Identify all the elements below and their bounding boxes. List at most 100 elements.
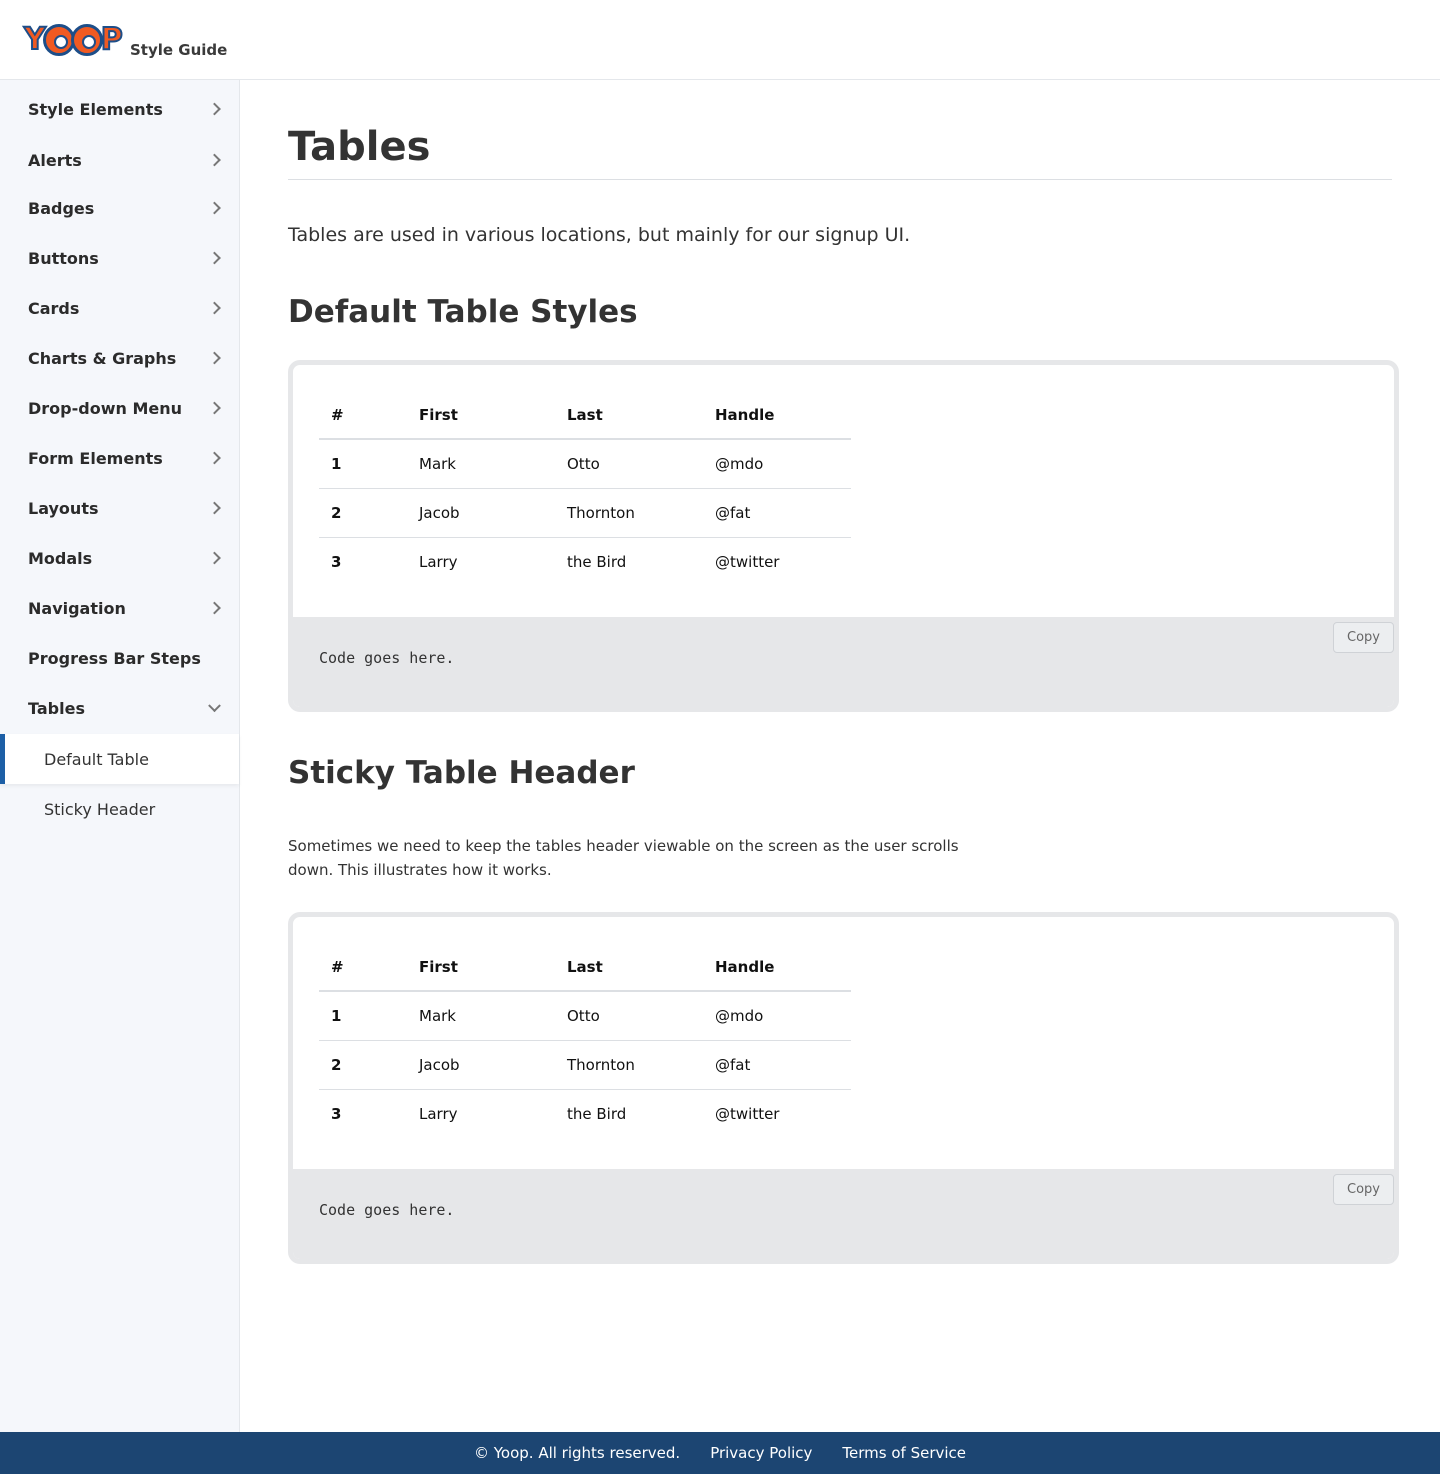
column-header-first: First: [419, 943, 567, 992]
logo-mark: Y P: [23, 22, 124, 57]
copy-button[interactable]: Copy: [1333, 1174, 1394, 1205]
table-cell: 2: [319, 1040, 419, 1090]
sidebar-item-badges[interactable]: Badges: [0, 183, 239, 233]
chevron-right-icon: [208, 451, 221, 465]
sidebar-item-style-elements[interactable]: Style Elements: [0, 84, 239, 134]
sidebar-subitem-label: Default Table: [44, 749, 149, 769]
table-cell: Mark: [419, 439, 567, 489]
code-block: Code goes here. Copy: [293, 1169, 1394, 1259]
table-cell: @twitter: [715, 1104, 780, 1123]
chevron-right-icon: [208, 201, 221, 215]
default-table-example: # First Last Handle 1 Mark Otto @mdo 2 J…: [288, 360, 1399, 712]
chevron-right-icon: [208, 551, 221, 565]
sidebar-item-tables[interactable]: Tables: [0, 683, 239, 733]
table-cell: 2: [319, 488, 419, 538]
style-guide-label: Style Guide: [130, 41, 228, 59]
table-cell: @fat: [715, 1040, 851, 1090]
sidebar-item-buttons[interactable]: Buttons: [0, 233, 239, 283]
sidebar-item-dropdown-menu[interactable]: Drop-down Menu: [0, 383, 239, 433]
intro-text: Tables are used in various locations, bu…: [288, 224, 911, 246]
sticky-table: # First Last Handle 1 Mark Otto @mdo 2 J…: [319, 943, 851, 1138]
sidebar-item-modals[interactable]: Modals: [0, 533, 239, 583]
table-cell: Jacob: [419, 1040, 567, 1090]
sidebar-item-label: Progress Bar Steps: [28, 648, 201, 668]
table-row: 2 Jacob Thornton @fat: [319, 488, 851, 538]
table-cell: 1: [319, 991, 419, 1041]
sidebar-item-charts-graphs[interactable]: Charts & Graphs: [0, 333, 239, 383]
title-divider: [288, 179, 1392, 180]
sticky-table-example: # First Last Handle 1 Mark Otto @mdo 2 J…: [288, 912, 1399, 1264]
section-heading-default-table: Default Table Styles: [288, 294, 638, 330]
table-cell: Otto: [567, 439, 715, 489]
page-title: Tables: [288, 124, 431, 170]
chevron-down-icon: [208, 699, 221, 713]
sidebar-subitem-sticky-header[interactable]: Sticky Header: [0, 784, 239, 834]
sidebar-item-label: Cards: [28, 298, 80, 318]
sidebar-item-label: Form Elements: [28, 448, 163, 468]
table-cell: 3: [331, 552, 342, 571]
column-header-number: #: [319, 943, 419, 992]
sticky-header-description: Sometimes we need to keep the tables hea…: [288, 837, 959, 879]
column-header-last: Last: [567, 943, 715, 992]
chevron-right-icon: [208, 153, 221, 167]
table-row: 1 Mark Otto @mdo: [319, 991, 851, 1041]
footer-copyright: © Yoop. All rights reserved.: [473, 1444, 681, 1462]
table-cell: the Bird: [567, 1104, 627, 1123]
column-header-handle: Handle: [715, 943, 851, 992]
column-header-last: Last: [567, 391, 715, 440]
table-row: 1 Mark Otto @mdo: [319, 439, 851, 489]
table-cell: 3: [331, 1104, 342, 1123]
table-cell: @fat: [715, 488, 851, 538]
sidebar-item-progress-bar-steps[interactable]: Progress Bar Steps: [0, 633, 239, 683]
sidebar-subitem-default-table[interactable]: Default Table: [0, 734, 239, 784]
sidebar-item-label: Style Elements: [28, 99, 163, 119]
table-cell: Otto: [567, 991, 715, 1041]
table-row: 3 Larry the Bird @twitter: [319, 537, 851, 586]
table-cell: Mark: [419, 991, 567, 1041]
table-row: 3 Larry the Bird @twitter: [319, 1089, 851, 1138]
sidebar-item-alerts[interactable]: Alerts: [0, 135, 239, 185]
table-cell: Thornton: [567, 488, 715, 538]
sidebar-item-label: Charts & Graphs: [28, 348, 177, 368]
sidebar-item-form-elements[interactable]: Form Elements: [0, 433, 239, 483]
sidebar-item-label: Drop-down Menu: [28, 398, 182, 418]
code-snippet: Code goes here.: [319, 649, 455, 667]
code-block: Code goes here. Copy: [293, 617, 1394, 707]
table-row: 2 Jacob Thornton @fat: [319, 1040, 851, 1090]
sidebar-item-label: Modals: [28, 548, 93, 568]
sidebar-item-navigation[interactable]: Navigation: [0, 583, 239, 633]
sidebar-subitem-label: Sticky Header: [44, 799, 156, 819]
column-header-number: #: [319, 391, 419, 440]
footer: © Yoop. All rights reserved. Privacy Pol…: [0, 1432, 1440, 1474]
table-header-row: # First Last Handle: [319, 391, 851, 440]
yoop-logo[interactable]: Y P: [23, 20, 124, 60]
sidebar-item-label: Layouts: [28, 498, 99, 518]
chevron-right-icon: [208, 351, 221, 365]
table-cell: Thornton: [567, 1040, 715, 1090]
table-cell: @mdo: [715, 991, 851, 1041]
chevron-right-icon: [208, 102, 221, 116]
chevron-right-icon: [208, 601, 221, 615]
chevron-right-icon: [208, 251, 221, 265]
table-cell: Larry: [419, 1104, 458, 1123]
sidebar-item-layouts[interactable]: Layouts: [0, 483, 239, 533]
sidebar-item-cards[interactable]: Cards: [0, 283, 239, 333]
code-snippet: Code goes here.: [319, 1201, 455, 1219]
copy-button[interactable]: Copy: [1333, 622, 1394, 653]
column-header-first: First: [419, 391, 567, 440]
sidebar-item-label: Alerts: [28, 150, 82, 170]
table-cell: Jacob: [419, 488, 567, 538]
top-header: Y P Style Guide: [0, 0, 1440, 80]
chevron-right-icon: [208, 501, 221, 515]
privacy-policy-link[interactable]: Privacy Policy: [710, 1444, 812, 1462]
chevron-right-icon: [208, 401, 221, 415]
sidebar-item-label: Navigation: [28, 598, 126, 618]
table-cell: @twitter: [715, 552, 780, 571]
section-heading-sticky-header: Sticky Table Header: [288, 755, 635, 791]
table-cell: @mdo: [715, 439, 851, 489]
sidebar-item-label: Tables: [28, 698, 85, 718]
terms-of-service-link[interactable]: Terms of Service: [842, 1444, 966, 1462]
column-header-handle: Handle: [715, 391, 851, 440]
table-header-row: # First Last Handle: [319, 943, 851, 992]
sidebar: Style Elements Alerts Badges Buttons Car…: [0, 80, 240, 1432]
